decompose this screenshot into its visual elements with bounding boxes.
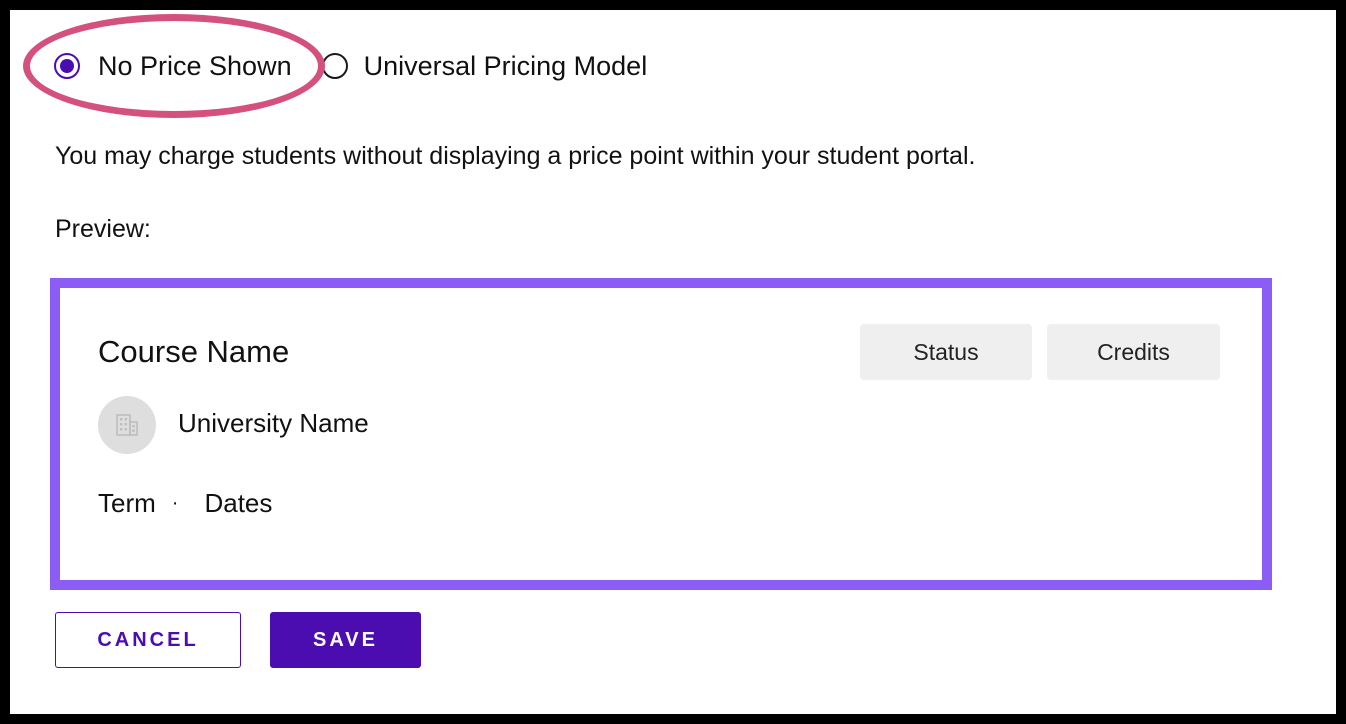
pricing-description: You may charge students without displayi… [55, 142, 976, 170]
course-preview-card: Course Name Status Credits University Na… [50, 278, 1272, 590]
pricing-settings-panel: No Price Shown Universal Pricing Model Y… [10, 10, 1336, 714]
preview-label: Preview: [55, 215, 151, 243]
radio-label-no-price-shown: No Price Shown [98, 50, 292, 81]
status-chip: Status [860, 324, 1032, 380]
radio-dot [60, 59, 74, 73]
term-dates-row: Term · Dates [98, 488, 272, 519]
university-name: University Name [178, 408, 369, 438]
radio-label-universal-pricing-model: Universal Pricing Model [363, 50, 648, 81]
radio-button-unselected-icon[interactable] [321, 53, 348, 79]
building-icon [98, 396, 156, 454]
course-name: Course Name [98, 334, 290, 369]
save-button[interactable]: SAVE [270, 612, 421, 668]
term-label: Term [98, 488, 156, 518]
separator-dot: · [171, 492, 179, 514]
radio-button-selected-icon[interactable] [54, 53, 80, 79]
radio-option-universal-pricing-model[interactable]: Universal Pricing Model [321, 50, 648, 82]
dates-label: Dates [204, 488, 273, 518]
cancel-button[interactable]: CANCEL [55, 612, 241, 668]
radio-option-no-price-shown[interactable]: No Price Shown [54, 51, 292, 82]
credits-chip: Credits [1047, 324, 1220, 380]
pricing-option-group: No Price Shown Universal Pricing Model [54, 46, 647, 86]
